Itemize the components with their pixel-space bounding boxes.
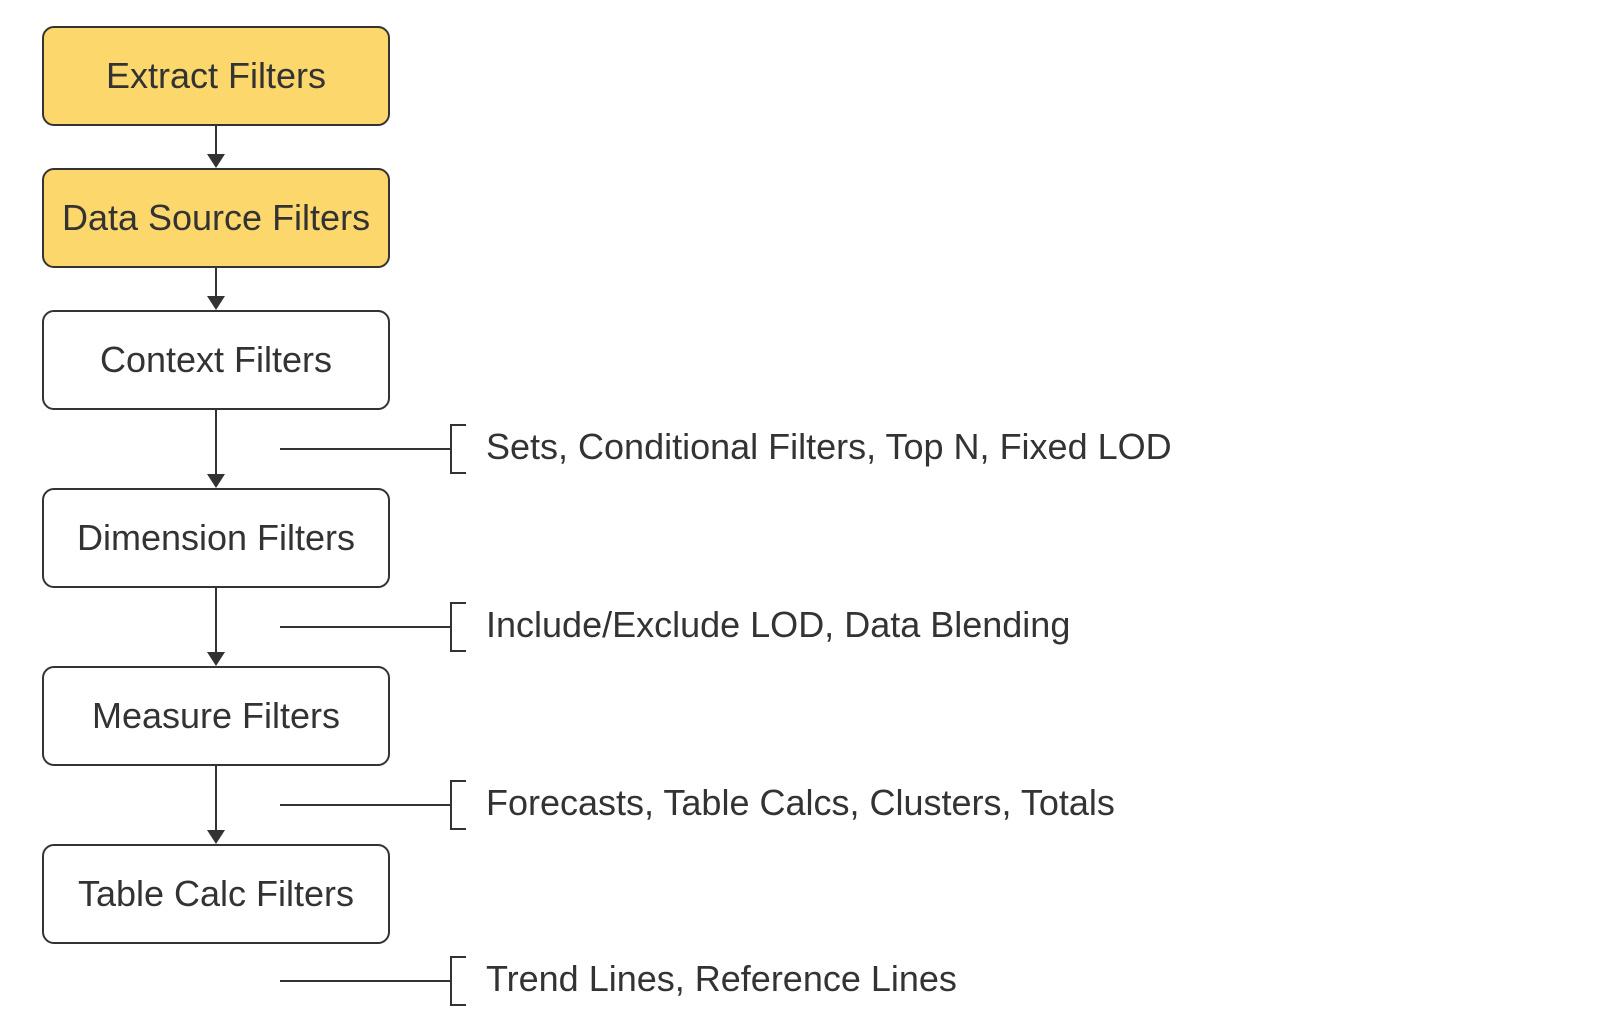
annotation-include-exclude: Include/Exclude LOD, Data Blending [486,604,1070,646]
node-label: Data Source Filters [62,197,370,239]
node-table-calc-filters: Table Calc Filters [42,844,390,944]
node-dimension-filters: Dimension Filters [42,488,390,588]
annotation-sets-conditional: Sets, Conditional Filters, Top N, Fixed … [486,426,1172,468]
annotation-forecasts: Forecasts, Table Calcs, Clusters, Totals [486,782,1115,824]
node-context-filters: Context Filters [42,310,390,410]
bracket-icon [450,424,466,474]
bracket-icon [450,956,466,1006]
bracket-icon [450,780,466,830]
node-label: Dimension Filters [77,517,355,559]
node-data-source-filters: Data Source Filters [42,168,390,268]
node-measure-filters: Measure Filters [42,666,390,766]
connector-line [280,448,450,450]
node-extract-filters: Extract Filters [42,26,390,126]
node-label: Table Calc Filters [78,873,354,915]
annotation-trend-lines: Trend Lines, Reference Lines [486,958,957,1000]
node-label: Measure Filters [92,695,340,737]
node-label: Extract Filters [106,55,326,97]
node-label: Context Filters [100,339,332,381]
connector-line [280,980,450,982]
order-of-operations-diagram: { "diagram": { "title": "Tableau Order o… [0,0,1600,1018]
connector-line [280,626,450,628]
bracket-icon [450,602,466,652]
connector-line [280,804,450,806]
